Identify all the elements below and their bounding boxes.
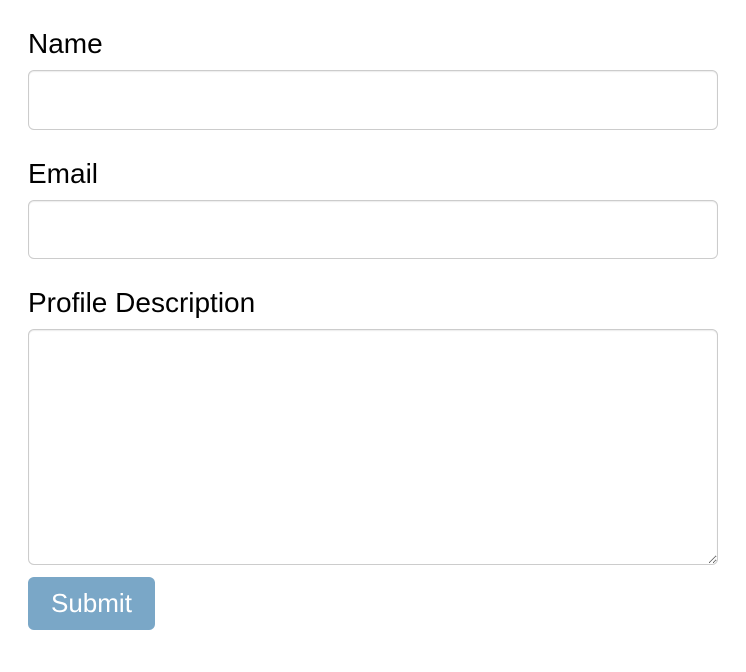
name-form-group: Name [28, 28, 718, 130]
profile-form: Name Email Profile Description Submit [28, 28, 718, 630]
profile-description-form-group: Profile Description [28, 287, 718, 565]
email-label: Email [28, 158, 718, 190]
submit-button[interactable]: Submit [28, 577, 155, 630]
email-form-group: Email [28, 158, 718, 260]
profile-description-textarea[interactable] [28, 329, 718, 565]
email-input[interactable] [28, 200, 718, 260]
profile-description-label: Profile Description [28, 287, 718, 319]
name-label: Name [28, 28, 718, 60]
name-input[interactable] [28, 70, 718, 130]
